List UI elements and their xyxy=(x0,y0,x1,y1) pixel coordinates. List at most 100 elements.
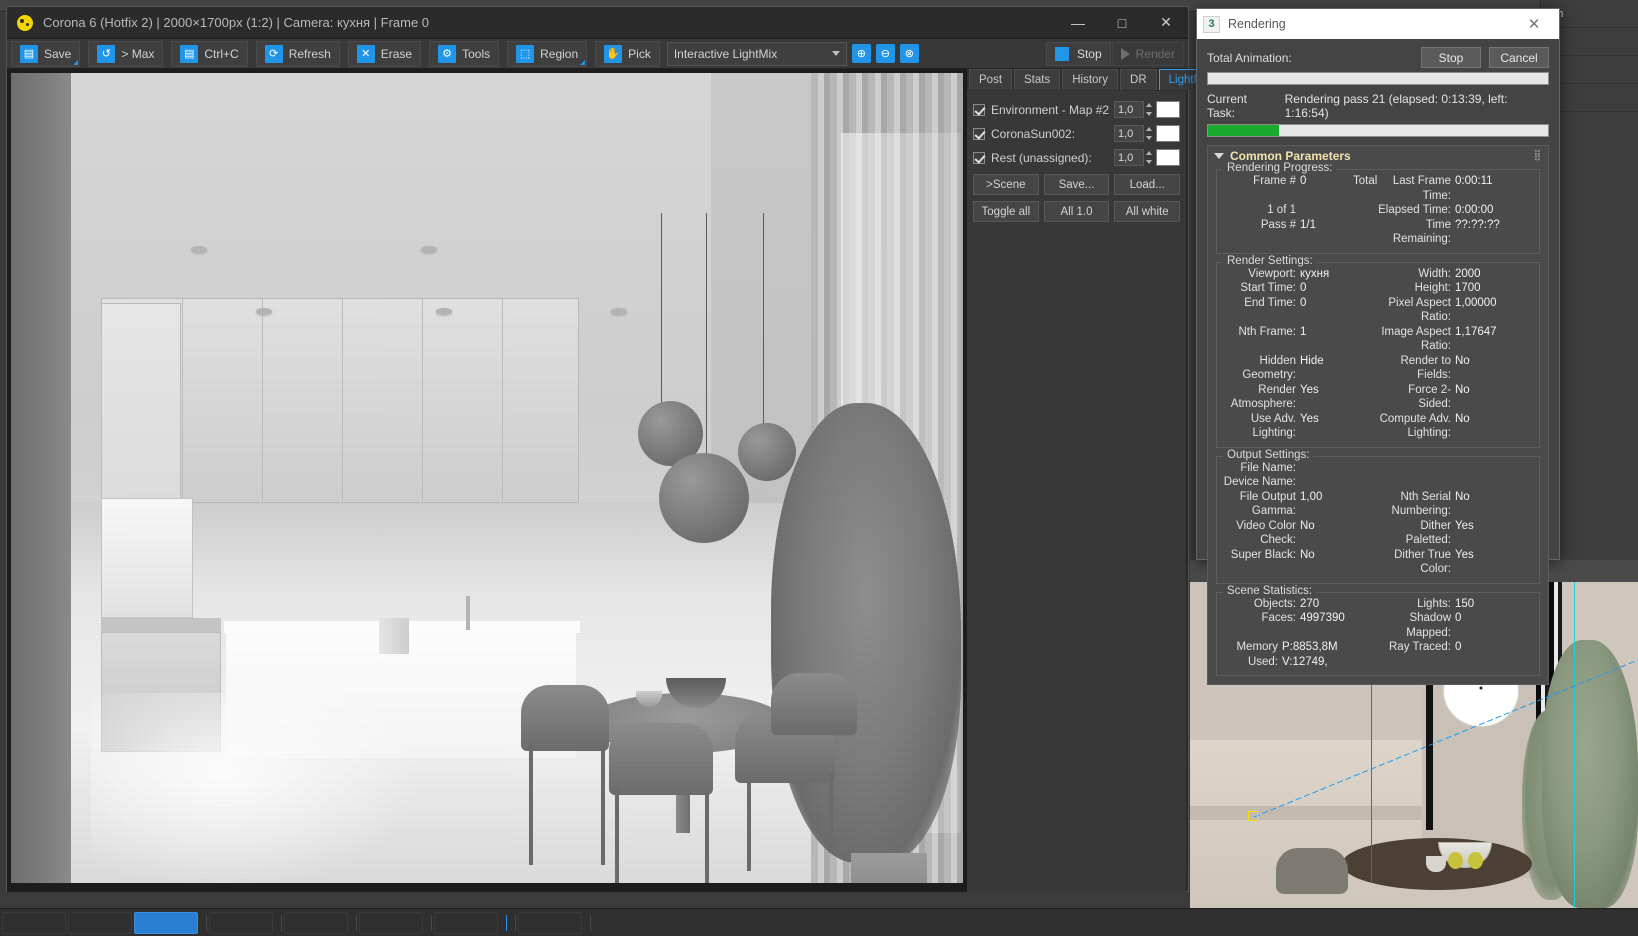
lightmix-value-input[interactable]: 1,0 xyxy=(1114,149,1144,166)
lightmix-value-input[interactable]: 1,0 xyxy=(1114,125,1144,142)
toggle-all-button[interactable]: Toggle all xyxy=(973,201,1039,222)
viewport-selection-marker[interactable] xyxy=(1248,811,1258,821)
corona-toolbar[interactable]: ▤ Save ↺ > Max ▤ Ctrl+C ⟳ Refresh ✕ Eras… xyxy=(7,39,1188,69)
lightmix-value-input[interactable]: 1,0 xyxy=(1114,101,1144,118)
load-preset-button[interactable]: Load... xyxy=(1114,174,1181,195)
lightmix-color-swatch[interactable] xyxy=(1156,101,1180,118)
render-settings-label: Render Settings: xyxy=(1223,254,1317,267)
taskbar-slot[interactable] xyxy=(434,911,498,934)
common-parameters-rollout[interactable]: Common Parameters ⣿ Rendering Progress: … xyxy=(1207,145,1549,685)
lightmix-row[interactable]: CoronaSun002: 1,0 xyxy=(973,123,1180,144)
render-mode-select[interactable]: Interactive LightMix xyxy=(666,41,847,66)
faces-value: 4997390 xyxy=(1300,612,1345,624)
stop-button[interactable]: Stop xyxy=(1421,47,1481,68)
magnifier-fit-icon: ⊗ xyxy=(904,48,914,60)
height-key: Height: xyxy=(1414,282,1451,294)
image-aspect-value: 1,17647 xyxy=(1455,325,1497,338)
height-value: 1700 xyxy=(1455,282,1481,294)
output-row: File Name: xyxy=(1223,461,1533,476)
lightmix-spinner[interactable] xyxy=(1144,149,1153,166)
x-cross-icon: ✕ xyxy=(356,44,375,63)
zoom-out-button[interactable]: ⊖ xyxy=(875,44,895,63)
to-max-button[interactable]: ↺ > Max xyxy=(88,40,164,67)
force-2sided-key: Force 2-Sided: xyxy=(1408,383,1451,411)
lightmix-color-swatch[interactable] xyxy=(1156,125,1180,142)
tab-history[interactable]: History xyxy=(1062,69,1119,90)
all-one-button[interactable]: All 1.0 xyxy=(1043,201,1110,222)
to-scene-button[interactable]: >Scene xyxy=(973,174,1039,195)
pick-button[interactable]: ✋ Pick xyxy=(595,40,660,67)
save-button[interactable]: ▤ Save xyxy=(11,40,81,67)
close-button[interactable]: ✕ xyxy=(1144,7,1188,38)
erase-button[interactable]: ✕ Erase xyxy=(347,40,422,67)
all-white-button[interactable]: All white xyxy=(1114,201,1181,222)
stop-render-button[interactable]: Stop xyxy=(1045,41,1111,66)
zoom-in-button[interactable]: ⊕ xyxy=(851,44,871,63)
stop-label: Stop xyxy=(1076,46,1102,61)
rendering-dialog-title-bar[interactable]: 3 Rendering ✕ xyxy=(1197,9,1559,39)
rendering-progress-label: Rendering Progress: xyxy=(1223,162,1337,174)
windows-taskbar[interactable] xyxy=(0,908,1638,936)
rendering-dialog[interactable]: 3 Rendering ✕ Total Animation: Stop Canc… xyxy=(1196,8,1560,685)
lightmix-row[interactable]: Rest (unassigned): 1,0 xyxy=(973,147,1180,168)
corona-side-panel[interactable]: Post Stats History DR LightMix Environme… xyxy=(967,69,1222,892)
lightmix-spinner[interactable] xyxy=(1144,125,1153,142)
settings-row: Hidden Geometry: Hide Render to Fields: No xyxy=(1223,354,1533,383)
close-icon[interactable]: ✕ xyxy=(1515,10,1553,38)
current-task-row: Current Task: Rendering pass 21 (elapsed… xyxy=(1207,92,1549,120)
tab-dr[interactable]: DR xyxy=(1120,69,1157,90)
lightmix-spinner[interactable] xyxy=(1144,101,1153,118)
lightmix-buttons-row-2: Toggle all All 1.0 All white xyxy=(973,201,1181,222)
corona-title-bar[interactable]: Corona 6 (Hotfix 2) | 2000×1700px (1:2) … xyxy=(7,7,1188,39)
corona-vfb-window[interactable]: Corona 6 (Hotfix 2) | 2000×1700px (1:2) … xyxy=(6,6,1222,892)
memory-used-key: Memory Used: xyxy=(1236,641,1278,668)
minimize-button[interactable]: — xyxy=(1056,7,1100,38)
refresh-button[interactable]: ⟳ Refresh xyxy=(255,40,340,67)
refresh-circle-icon: ⟳ xyxy=(264,44,283,63)
erase-label: Erase xyxy=(380,46,413,61)
tools-button[interactable]: ⚙ Tools xyxy=(429,40,500,67)
lightmix-checkbox[interactable] xyxy=(973,127,985,140)
hidden-geometry-key: Hidden Geometry: xyxy=(1242,354,1296,382)
corona-window-title: Corona 6 (Hotfix 2) | 2000×1700px (1:2) … xyxy=(43,15,430,30)
nth-serial-value: No xyxy=(1455,490,1470,503)
maximize-button[interactable]: □ xyxy=(1100,7,1144,38)
progress-row: Pass # 1/1 Time Remaining:??:??:?? xyxy=(1223,218,1533,247)
cancel-button[interactable]: Cancel xyxy=(1489,47,1549,68)
render-mode-value: Interactive LightMix xyxy=(673,46,778,61)
zoom-fit-button[interactable]: ⊗ xyxy=(899,44,919,63)
gear-icon: ⚙ xyxy=(438,44,457,63)
render-button[interactable]: Render xyxy=(1111,41,1184,66)
render-atmosphere-value: Yes xyxy=(1300,383,1319,396)
file-name-value xyxy=(1300,461,1378,476)
rendered-image[interactable] xyxy=(11,73,963,883)
lightmix-checkbox[interactable] xyxy=(973,151,985,164)
lightmix-checkbox[interactable] xyxy=(973,103,985,116)
render-pendant-cord xyxy=(763,213,764,428)
render-chair-leg xyxy=(747,779,751,871)
taskbar-slot[interactable] xyxy=(518,911,582,934)
magnifier-plus-icon: ⊕ xyxy=(856,48,866,60)
taskbar-slot[interactable] xyxy=(209,911,273,934)
lightmix-row[interactable]: Environment - Map #2 1,0 xyxy=(973,99,1180,120)
total-note: Total xyxy=(1353,175,1378,187)
dither-true-color-value: Yes xyxy=(1455,548,1474,561)
copy-button[interactable]: ▤ Ctrl+C xyxy=(171,40,248,67)
taskbar-slot[interactable] xyxy=(359,911,423,934)
ray-traced-value: 0 xyxy=(1455,641,1462,653)
taskbar-slot[interactable] xyxy=(2,911,66,934)
side-panel-tabs[interactable]: Post Stats History DR LightMix xyxy=(967,69,1222,91)
tab-post[interactable]: Post xyxy=(969,69,1013,90)
taskbar-slot[interactable] xyxy=(284,911,348,934)
nth-frame-key: Nth Frame: xyxy=(1238,325,1296,338)
region-button[interactable]: ⬚ Region xyxy=(507,40,588,67)
render-chair-leg xyxy=(705,789,709,883)
lightmix-color-swatch[interactable] xyxy=(1156,149,1180,166)
render-image-container[interactable] xyxy=(7,69,967,892)
output-settings-label: Output Settings: xyxy=(1223,448,1314,461)
tab-stats[interactable]: Stats xyxy=(1014,69,1061,90)
save-preset-button[interactable]: Save... xyxy=(1043,174,1110,195)
lightmix-label: Environment - Map #2 xyxy=(991,102,1110,117)
taskbar-slot-active[interactable] xyxy=(134,911,198,934)
taskbar-slot[interactable] xyxy=(68,911,132,934)
